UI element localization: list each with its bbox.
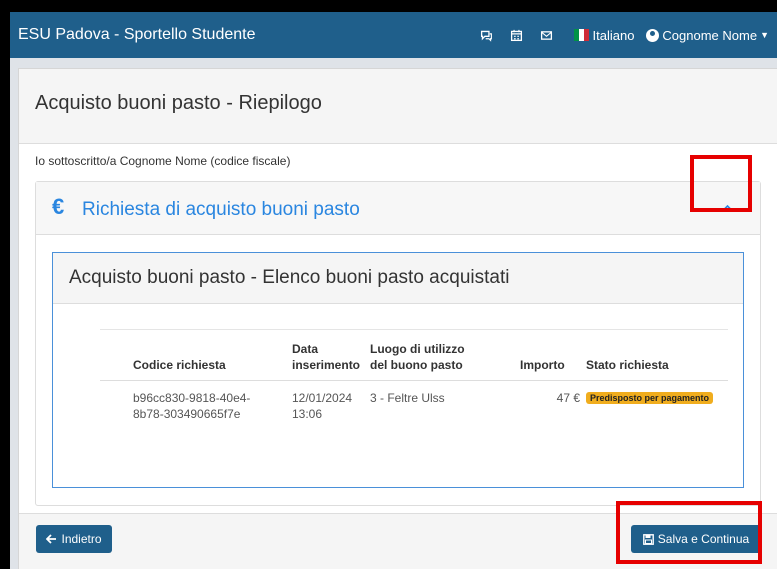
app-frame: ESU Padova - Sportello Studente Italiano… (10, 12, 777, 569)
header-place-line1: Luogo di utilizzo (370, 342, 465, 356)
row-code-line2: 8b78-303490665f7e (133, 407, 241, 421)
arrow-left-icon (46, 534, 57, 544)
row-date-line2: 13:06 (292, 407, 323, 421)
page-header: Acquisto buoni pasto - Riepilogo (19, 69, 777, 144)
user-name: Cognome Nome (662, 27, 758, 43)
row-code-line1: b96cc830-9818-40e4- (133, 391, 251, 405)
row-place: 3 - Feltre Ulss (370, 391, 445, 405)
header-place-line2: del buono pasto (370, 358, 463, 372)
chat-icon[interactable] (478, 29, 496, 42)
request-panel-title[interactable]: Richiesta di acquisto buoni pasto (82, 199, 360, 221)
highlight-box-collapse (690, 155, 752, 212)
brand[interactable]: ESU Padova - Sportello Studente (18, 26, 255, 44)
euro-icon: € (52, 194, 65, 219)
header-status: Stato richiesta (586, 358, 669, 372)
row-amount: 47 € (556, 391, 580, 405)
table-header-row: Codice richiesta Data inserimento Luogo … (100, 329, 728, 381)
header-date-line1: Data (292, 342, 319, 356)
row-code: b96cc830-9818-40e4- 8b78-303490665f7e (133, 390, 250, 422)
request-panel-header[interactable]: € Richiesta di acquisto buoni pasto (36, 182, 760, 235)
navbar: ESU Padova - Sportello Studente Italiano… (10, 12, 777, 58)
main-content: Acquisto buoni pasto - Riepilogo Io sott… (18, 68, 777, 569)
mail-icon[interactable] (538, 29, 556, 42)
user-menu[interactable]: Cognome Nome ▼ (646, 28, 769, 43)
status-badge: Predisposto per pagamento (586, 392, 714, 404)
calendar-icon[interactable] (508, 29, 526, 42)
back-button-label: Indietro (61, 532, 102, 546)
header-place: Luogo di utilizzo del buono pasto (370, 341, 465, 373)
header-amount: Importo (520, 358, 565, 372)
purchased-list-title: Acquisto buoni pasto - Elenco buoni past… (69, 267, 510, 288)
page-title: Acquisto buoni pasto - Riepilogo (35, 92, 322, 114)
italy-flag-icon (573, 29, 589, 41)
back-button[interactable]: Indietro (36, 525, 112, 553)
navbar-right: Italiano Cognome Nome ▼ (466, 28, 777, 43)
language-selector[interactable]: Italiano (593, 28, 635, 43)
user-circle-icon (646, 28, 660, 42)
row-date: 12/01/2024 13:06 (292, 390, 352, 422)
row-date-line1: 12/01/2024 (292, 391, 353, 405)
header-date-line2: inserimento (292, 358, 361, 372)
purchased-list-header: Acquisto buoni pasto - Elenco buoni past… (53, 253, 743, 304)
caret-down-icon: ▼ (760, 30, 769, 40)
intro-text: Io sottoscritto/a Cognome Nome (codice f… (35, 154, 291, 168)
highlight-box-save (616, 501, 762, 564)
header-date: Data inserimento (292, 341, 360, 373)
header-code: Codice richiesta (133, 358, 226, 372)
